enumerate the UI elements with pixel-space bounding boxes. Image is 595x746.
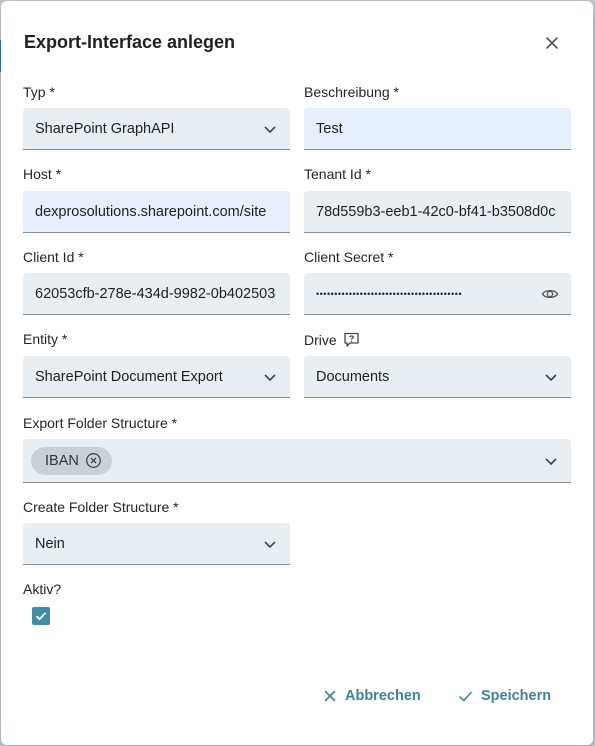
close-button[interactable]: [541, 32, 563, 54]
help-icon[interactable]: [343, 331, 360, 348]
drive-label: Drive: [304, 331, 360, 348]
create-folder-structure-select[interactable]: Nein: [23, 523, 290, 565]
host-label: Host *: [23, 166, 61, 182]
entity-label-text: Entity *: [23, 331, 68, 347]
entity-value: SharePoint Document Export: [35, 368, 223, 385]
typ-select[interactable]: SharePoint GraphAPI: [23, 108, 290, 150]
aktiv-label-text: Aktiv?: [23, 581, 62, 597]
client-id-value: 62053cfb-278e-434d-9982-0b402503: [35, 285, 276, 302]
chevron-down-icon: [264, 540, 276, 548]
client-secret-label-text: Client Secret *: [304, 249, 394, 265]
beschreibung-input[interactable]: Test: [304, 108, 571, 150]
typ-label: Typ *: [23, 84, 55, 100]
create-folder-structure-label-text: Create Folder Structure *: [23, 499, 179, 515]
tenant-id-label-text: Tenant Id *: [304, 166, 371, 182]
chevron-down-icon: [545, 373, 557, 381]
check-icon: [459, 691, 472, 702]
save-button-label: Speichern: [481, 688, 552, 704]
typ-label-text: Typ *: [23, 84, 55, 100]
client-id-input[interactable]: 62053cfb-278e-434d-9982-0b402503: [23, 273, 290, 315]
beschreibung-label: Beschreibung *: [304, 84, 399, 100]
tenant-id-label: Tenant Id *: [304, 166, 371, 182]
remove-chip-icon[interactable]: [85, 452, 102, 469]
beschreibung-label-text: Beschreibung *: [304, 84, 399, 100]
export-folder-structure-chips: IBAN: [31, 446, 543, 475]
save-button[interactable]: Speichern: [458, 685, 551, 707]
tenant-id-value: 78d559b3-eeb1-42c0-bf41-b3508d0c: [316, 203, 556, 220]
client-secret-value: ••••••••••••••••••••••••••••••••••••••••: [316, 288, 463, 299]
host-value: dexprosolutions.sharepoint.com/site: [35, 203, 267, 220]
beschreibung-value: Test: [316, 120, 343, 137]
check-icon: [35, 612, 47, 621]
client-id-label: Client Id *: [23, 249, 84, 265]
export-folder-structure-select[interactable]: IBAN: [23, 439, 571, 483]
entity-label: Entity *: [23, 331, 67, 347]
chevron-down-icon: [264, 373, 276, 381]
chevron-down-icon: [264, 125, 276, 133]
drive-value: Documents: [316, 368, 390, 385]
aktiv-label: Aktiv?: [23, 581, 61, 597]
tenant-id-input[interactable]: 78d559b3-eeb1-42c0-bf41-b3508d0c: [304, 191, 571, 233]
chip-iban: IBAN: [31, 446, 112, 475]
cancel-button[interactable]: Abbrechen: [323, 685, 421, 707]
client-secret-input[interactable]: ••••••••••••••••••••••••••••••••••••••••: [304, 273, 571, 315]
create-folder-structure-label: Create Folder Structure *: [23, 499, 179, 515]
aktiv-checkbox[interactable]: [32, 607, 50, 625]
close-icon: [324, 690, 336, 702]
dialog-title: Export-Interface anlegen: [24, 32, 236, 52]
drive-select[interactable]: Documents: [304, 356, 571, 398]
eye-icon[interactable]: [541, 285, 559, 303]
client-secret-label: Client Secret *: [304, 249, 393, 265]
export-folder-structure-label: Export Folder Structure *: [23, 415, 177, 431]
typ-value: SharePoint GraphAPI: [35, 120, 175, 137]
host-label-text: Host *: [23, 166, 62, 182]
chevron-down-icon: [545, 457, 557, 465]
drive-label-text: Drive: [304, 331, 337, 348]
chip-iban-label: IBAN: [45, 452, 79, 469]
entity-select[interactable]: SharePoint Document Export: [23, 356, 290, 398]
export-interface-dialog: Export-Interface anlegen Typ * SharePoin…: [1, 1, 593, 745]
create-folder-structure-value: Nein: [35, 535, 65, 552]
cancel-button-label: Abbrechen: [345, 688, 421, 704]
host-input[interactable]: dexprosolutions.sharepoint.com/site: [23, 191, 290, 233]
close-icon: [546, 37, 558, 49]
client-id-label-text: Client Id *: [23, 249, 84, 265]
export-folder-structure-label-text: Export Folder Structure *: [23, 415, 178, 431]
